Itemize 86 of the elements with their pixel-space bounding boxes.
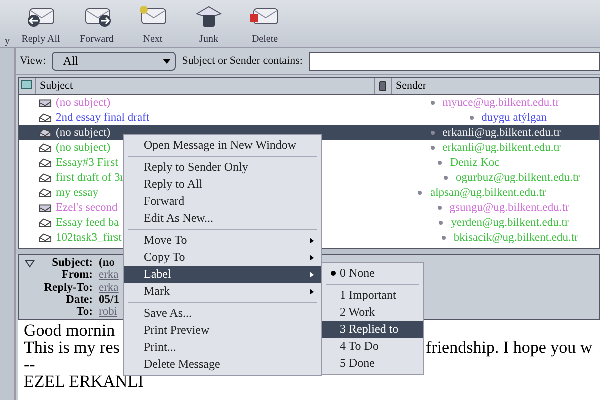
menu-item[interactable]: Print Preview	[124, 322, 321, 339]
thread-icon	[21, 80, 33, 92]
header-label: Reply-To:	[43, 282, 93, 294]
jar-icon	[377, 80, 389, 92]
subject-text: (no subject)	[56, 96, 111, 108]
menu-item[interactable]: Move To	[124, 232, 321, 249]
subject-text: my essay	[56, 186, 98, 198]
column-header[interactable]: Subject	[36, 78, 375, 94]
body-line: This is my res	[24, 339, 120, 356]
bullet-icon	[438, 160, 442, 164]
body-line: --	[24, 356, 36, 373]
menu-item[interactable]: Reply to All	[124, 176, 321, 193]
subject-text: Essay#3 First	[56, 156, 118, 168]
submenu-arrow-icon	[309, 236, 315, 244]
subject-text: (no subject)	[56, 126, 111, 138]
header-label: Date:	[65, 294, 93, 306]
subject-text: Essay feed ba	[56, 216, 120, 228]
body-line: EZEL ERKANLI	[24, 373, 144, 390]
column-header[interactable]: Sender	[392, 78, 599, 94]
menu-item[interactable]: 0 None	[322, 265, 423, 282]
bullet-icon	[430, 130, 435, 134]
sender-text: yerden@ug.bilkent.edu.tr	[451, 216, 569, 228]
menu-item[interactable]: 4 To Do	[322, 338, 423, 355]
toolbar-button[interactable]: Forward	[72, 4, 122, 47]
bullet-icon	[430, 100, 435, 104]
header-link[interactable]: erka	[99, 269, 120, 282]
sender-text: ogurbuz@ug.bilkent.edu.tr	[456, 172, 580, 184]
menu-item[interactable]: Delete Message	[124, 356, 321, 373]
search-label: Subject or Sender contains:	[182, 55, 303, 67]
menu-item[interactable]: Open Message in New Window	[124, 137, 321, 154]
sender-text: myuce@ug.bilkent.edu.tr	[442, 96, 560, 108]
header-value: (no	[99, 257, 116, 270]
submenu-arrow-icon	[309, 270, 315, 278]
bullet-icon	[470, 116, 474, 120]
toolbar-button[interactable]: y	[0, 36, 10, 47]
menu-item[interactable]: 3 Replied to	[322, 321, 423, 338]
sender-text: erkanli@ug.bilkent.edu.tr	[442, 142, 561, 154]
menu-item[interactable]: Print...	[124, 339, 321, 356]
sender-text: alpsan@ug.bilkent.edu.tr	[430, 186, 546, 198]
header-link[interactable]: erka	[99, 282, 120, 294]
toolbar-button[interactable]: Reply All	[16, 4, 66, 47]
menu-item[interactable]: 2 Work	[322, 304, 423, 321]
toolbar-button[interactable]: Next	[128, 4, 178, 47]
menu-item[interactable]: Label	[124, 266, 321, 283]
menu-item[interactable]: 1 Important	[322, 287, 423, 304]
bullet-icon	[444, 176, 448, 180]
menu-item[interactable]: Reply to Sender Only	[124, 159, 321, 176]
view-label: View:	[20, 55, 46, 67]
subject-text: 2nd essay final draft	[56, 112, 150, 124]
menu-item[interactable]: Save As...	[124, 305, 321, 322]
bullet-icon	[442, 236, 446, 240]
body-text: friendship. I hope you w	[426, 339, 593, 356]
toolbar-button[interactable]: Junk	[184, 4, 234, 47]
header-link[interactable]: robi	[99, 306, 120, 318]
header-label: From:	[60, 269, 93, 282]
header-label: Subject:	[51, 257, 93, 270]
sender-text: gsungu@ug.bilkent.edu.tr	[450, 202, 570, 214]
menu-item[interactable]: Forward	[124, 193, 321, 210]
bullet-icon	[418, 190, 422, 194]
menu-item[interactable]: Edit As New...	[124, 210, 321, 227]
view-dropdown[interactable]: All	[52, 52, 176, 70]
sender-text: bkisacik@ug.bilkent.edu.tr	[454, 232, 578, 244]
menu-item[interactable]: 5 Done	[322, 355, 423, 372]
bullet-icon	[439, 220, 444, 224]
collapse-triangle-icon[interactable]	[25, 260, 35, 268]
thread-column-header[interactable]	[19, 78, 36, 94]
subject-text: 102task3_first	[56, 232, 122, 244]
header-label: To:	[76, 306, 93, 318]
body-line: Good mornin	[24, 322, 116, 339]
subject-text: Ezel's second	[56, 202, 118, 214]
radio-dot-icon	[330, 271, 336, 276]
submenu-arrow-icon	[309, 254, 315, 262]
sender-text: Deniz Koc	[450, 156, 500, 168]
bullet-icon	[430, 146, 435, 150]
trash-can-icon	[193, 4, 225, 28]
toolbar-button[interactable]: Delete	[240, 4, 290, 47]
subject-text: (no subject)	[56, 142, 111, 154]
sender-text: erkanli@ug.bilkent.edu.tr	[442, 126, 561, 138]
sender-text: duygu atýlgan	[482, 112, 548, 124]
submenu-arrow-icon	[309, 288, 315, 296]
bullet-icon	[438, 206, 442, 210]
menu-item[interactable]: Mark	[124, 283, 321, 300]
menu-item[interactable]: Copy To	[124, 249, 321, 266]
search-field[interactable]	[308, 52, 600, 70]
header-value: 05/1	[99, 294, 120, 306]
caret-icon	[162, 56, 172, 66]
